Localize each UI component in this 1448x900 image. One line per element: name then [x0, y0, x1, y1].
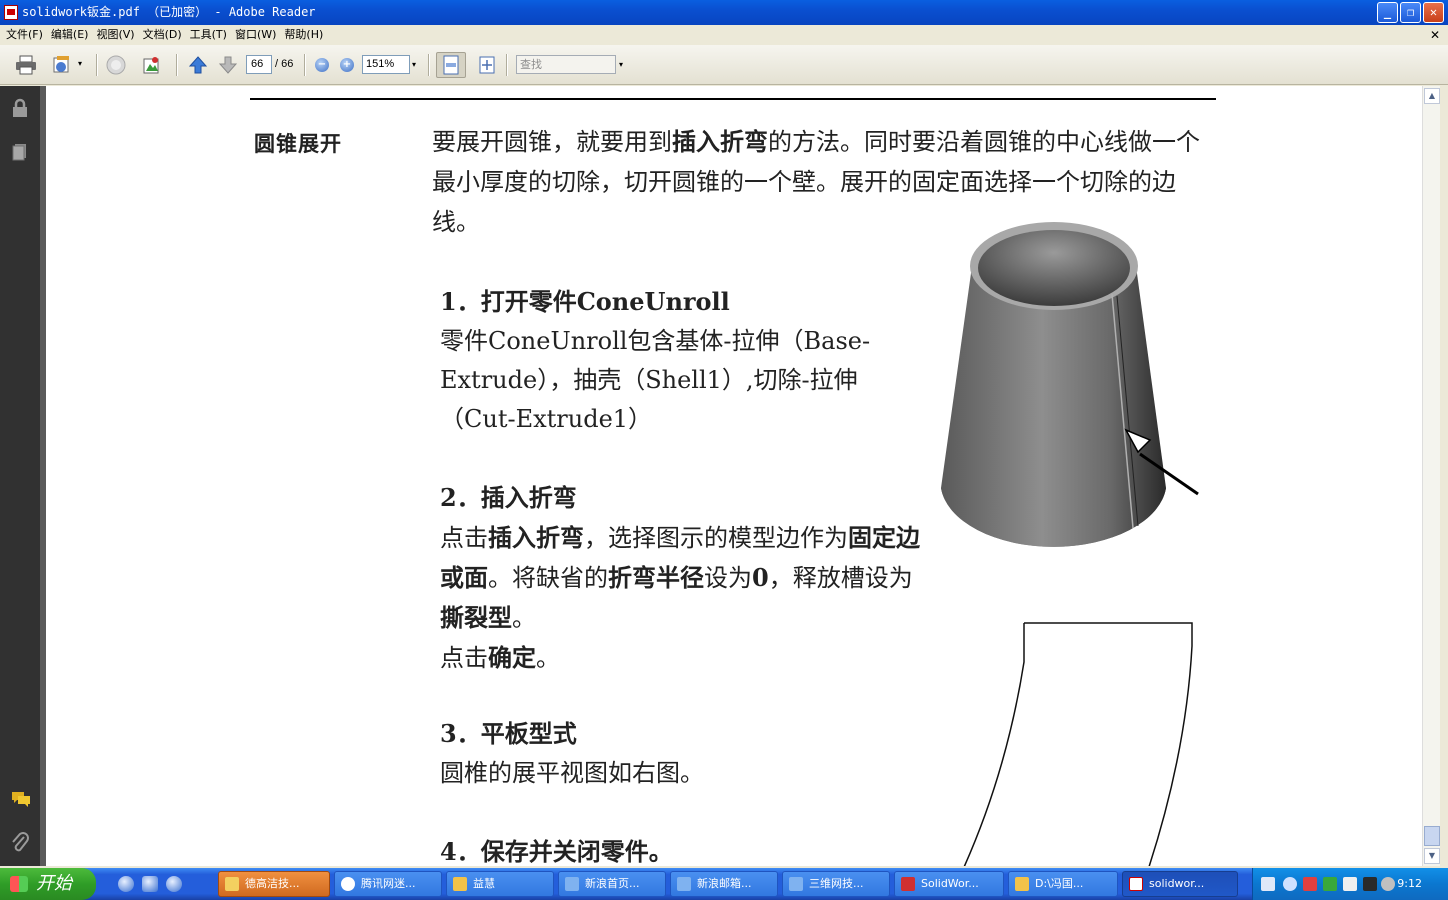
- task-button-6[interactable]: 三维网技...: [782, 871, 890, 897]
- find-input[interactable]: 查找: [516, 55, 616, 74]
- taskbar: 开始 德高洁技... 腾讯网迷... 益慧 新浪首页... 新浪邮箱... 三维…: [0, 868, 1448, 900]
- cone-model-figure: [941, 222, 1199, 547]
- page-total: / 66: [275, 58, 294, 70]
- step-3: 3．平板型式 圆椎的展平视图如右图。: [440, 714, 930, 793]
- network-icon[interactable]: [1343, 877, 1357, 891]
- task-button-5[interactable]: 新浪邮箱...: [670, 871, 778, 897]
- task-button-7[interactable]: SolidWor...: [894, 871, 1004, 897]
- menu-bar: 文件(F) 编辑(E) 视图(V) 文档(D) 工具(T) 窗口(W) 帮助(H…: [0, 25, 1448, 45]
- restore-button[interactable]: ❐: [1400, 2, 1421, 23]
- menu-edit[interactable]: 编辑(E): [51, 25, 97, 45]
- menu-document[interactable]: 文档(D): [143, 25, 190, 45]
- fit-page-icon[interactable]: [475, 53, 499, 77]
- folder-icon: [453, 877, 467, 891]
- task-button-2[interactable]: 腾讯网迷...: [334, 871, 442, 897]
- toolbar: ▾ 66 / 66 − + 151% ▾ 查找 ▾: [0, 45, 1448, 85]
- menu-view[interactable]: 视图(V): [96, 25, 142, 45]
- menu-file[interactable]: 文件(F): [6, 25, 51, 45]
- navigation-pane: [0, 86, 40, 866]
- single-page-icon[interactable]: [436, 52, 466, 78]
- volume-icon[interactable]: [1381, 877, 1395, 891]
- browser-icon: [677, 877, 691, 891]
- keyboard-icon[interactable]: [1261, 877, 1275, 891]
- email-pages-icon[interactable]: [50, 53, 74, 77]
- page-number-input[interactable]: 66: [246, 55, 272, 74]
- browser-icon: [565, 877, 579, 891]
- task-button-3[interactable]: 益慧: [446, 871, 554, 897]
- adobe-reader-window: solidwork钣金.pdf （已加密） - Adobe Reader _ ❐…: [0, 0, 1448, 900]
- start-button[interactable]: 开始: [0, 868, 96, 900]
- monitor-icon[interactable]: [1363, 877, 1377, 891]
- step-1-title: 1．打开零件ConeUnroll: [440, 287, 730, 316]
- desktop-quicklaunch-icon[interactable]: [142, 876, 158, 892]
- email-dropdown-icon[interactable]: ▾: [74, 54, 86, 73]
- browser-quicklaunch-icon[interactable]: [166, 876, 182, 892]
- section-side-heading: 圆锥展开: [254, 131, 342, 156]
- step-2-text: 点击插入折弯，选择图示的模型边作为固定边或面。将缺省的折弯半径设为0，释放槽设为…: [440, 523, 920, 632]
- step-1: 1．打开零件ConeUnroll 零件ConeUnroll包含基体-拉伸（Bas…: [440, 282, 930, 439]
- vertical-scrollbar[interactable]: ▲ ▼: [1422, 86, 1440, 866]
- find-dropdown-icon[interactable]: ▾: [615, 55, 627, 74]
- security-lock-icon[interactable]: [10, 98, 30, 118]
- scroll-thumb[interactable]: [1424, 826, 1440, 846]
- menu-tools[interactable]: 工具(T): [190, 25, 235, 45]
- comments-icon[interactable]: [10, 789, 30, 809]
- close-button[interactable]: ✕: [1423, 2, 1444, 23]
- scroll-up-icon[interactable]: ▲: [1424, 88, 1440, 104]
- window-title: solidwork钣金.pdf （已加密） - Adobe Reader: [22, 5, 316, 19]
- print-icon[interactable]: [14, 53, 38, 77]
- zoom-out-icon[interactable]: −: [315, 58, 329, 72]
- step-1-text: 零件ConeUnroll包含基体-拉伸（Base-Extrude），抽壳（She…: [440, 327, 871, 433]
- step-2-title: 2．插入折弯: [440, 483, 577, 512]
- snapshot-icon[interactable]: [140, 53, 164, 77]
- windows-logo-icon: [10, 876, 28, 892]
- start-label: 开始: [36, 873, 72, 894]
- tray-expand-icon[interactable]: [1283, 877, 1297, 891]
- app-icon: [225, 877, 239, 891]
- next-page-icon[interactable]: [216, 53, 240, 77]
- intro-text-1: 要展开圆锥，就要用到: [432, 128, 672, 156]
- hand-tool-icon[interactable]: [104, 53, 128, 77]
- task-button-1[interactable]: 德高洁技...: [218, 871, 330, 897]
- header-rule: [250, 98, 1216, 100]
- title-bar: solidwork钣金.pdf （已加密） - Adobe Reader _ ❐…: [0, 0, 1448, 25]
- zoom-in-icon[interactable]: +: [340, 58, 354, 72]
- document-page: 圆锥展开 要展开圆锥，就要用到插入折弯的方法。同时要沿着圆锥的中心线做一个最小厚…: [46, 86, 1422, 866]
- security-shield-icon[interactable]: [1323, 877, 1337, 891]
- folder-icon: [1015, 877, 1029, 891]
- step-2-confirm: 点击确定。: [440, 643, 560, 672]
- step-2: 2．插入折弯 点击插入折弯，选择图示的模型边作为固定边或面。将缺省的折弯半径设为…: [440, 478, 930, 678]
- intro-bold: 插入折弯: [672, 127, 768, 156]
- task-button-9[interactable]: solidwor...: [1122, 871, 1238, 897]
- browser-icon: [789, 877, 803, 891]
- step-3-title: 3．平板型式: [440, 719, 577, 748]
- solidworks-icon: [901, 877, 915, 891]
- step-4: 4．保存并关闭零件。: [440, 832, 930, 866]
- zoom-dropdown-icon[interactable]: ▾: [408, 55, 420, 74]
- step-4-title: 4．保存并关闭零件。: [440, 837, 673, 866]
- pdf-icon: [1129, 877, 1143, 891]
- flat-pattern-figure: [963, 622, 1193, 866]
- pages-panel-icon[interactable]: [10, 142, 30, 162]
- pdf-file-icon: [4, 5, 18, 20]
- step-3-text: 圆椎的展平视图如右图。: [440, 759, 704, 787]
- previous-page-icon[interactable]: [186, 53, 210, 77]
- browser-icon: [341, 877, 355, 891]
- ie-quicklaunch-icon[interactable]: [118, 876, 134, 892]
- menu-help[interactable]: 帮助(H): [284, 25, 331, 45]
- qq-icon[interactable]: [1303, 877, 1317, 891]
- task-button-4[interactable]: 新浪首页...: [558, 871, 666, 897]
- zoom-input[interactable]: 151%: [362, 55, 410, 74]
- menu-window[interactable]: 窗口(W): [235, 25, 284, 45]
- task-button-8[interactable]: D:\冯国...: [1008, 871, 1118, 897]
- minimize-button[interactable]: _: [1377, 2, 1398, 23]
- document-close-icon[interactable]: ✕: [1430, 25, 1440, 45]
- system-tray: 9:12: [1252, 868, 1448, 900]
- clock[interactable]: 9:12: [1397, 868, 1422, 900]
- attachments-paperclip-icon[interactable]: [10, 832, 30, 852]
- scroll-down-icon[interactable]: ▼: [1424, 848, 1440, 864]
